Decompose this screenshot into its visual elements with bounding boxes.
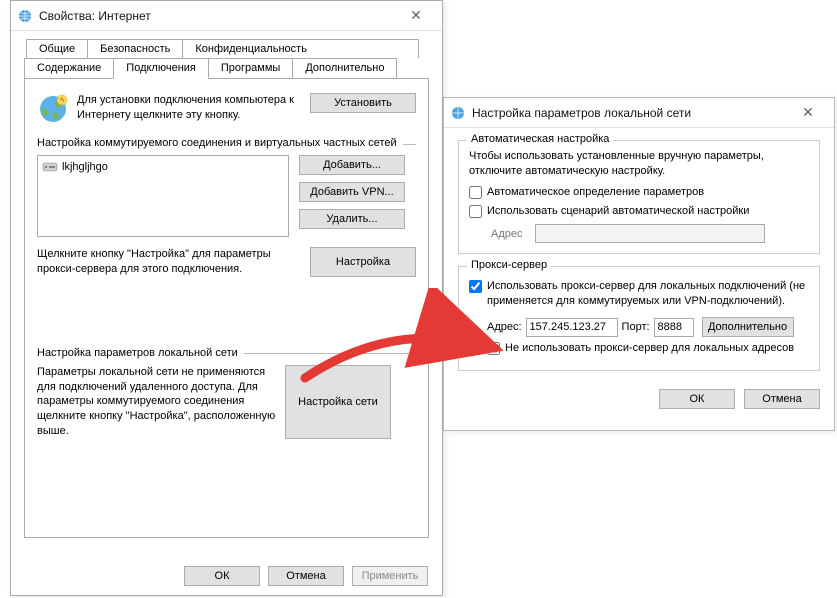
settings-note: Щелкните кнопку "Настройка" для параметр… [37, 247, 310, 277]
connections-listbox[interactable]: lkjhgljhgo [37, 155, 289, 237]
install-button[interactable]: Установить [310, 93, 416, 113]
titlebar: Настройка параметров локальной сети ✕ [444, 98, 834, 128]
bypass-local-row[interactable]: Не использовать прокси-сервер для локаль… [487, 341, 809, 356]
use-script-row[interactable]: Использовать сценарий автоматической нас… [469, 204, 809, 219]
close-button[interactable]: ✕ [396, 2, 436, 30]
tab-programs[interactable]: Программы [208, 58, 293, 78]
connection-settings-button[interactable]: Настройка [310, 247, 416, 277]
proxy-port-label: Порт: [622, 321, 650, 333]
modem-icon [42, 160, 58, 174]
dialup-section-label: Настройка коммутируемого соединения и ви… [37, 137, 416, 149]
globe-world-icon [37, 93, 69, 125]
connections-panel: Для установки подключения компьютера к И… [24, 78, 429, 538]
cancel-button[interactable]: Отмена [744, 389, 820, 409]
dialog-title: Свойства: Интернет [39, 9, 396, 23]
internet-options-icon [17, 8, 33, 24]
lan-settings-button[interactable]: Настройка сети [285, 365, 391, 439]
auto-config-text: Чтобы использовать установленные вручную… [469, 149, 809, 179]
dialog-title: Настройка параметров локальной сети [472, 106, 788, 120]
auto-config-fieldset: Автоматическая настройка Чтобы использов… [458, 140, 820, 254]
script-address-label: Адрес [491, 228, 531, 240]
tab-security[interactable]: Безопасность [87, 39, 183, 58]
add-button[interactable]: Добавить... [299, 155, 405, 175]
internet-options-icon [450, 105, 466, 121]
proxy-legend: Прокси-сервер [467, 259, 551, 271]
cancel-button[interactable]: Отмена [268, 566, 344, 586]
auto-config-legend: Автоматическая настройка [467, 133, 613, 145]
apply-button[interactable]: Применить [352, 566, 428, 586]
proxy-address-input[interactable] [526, 318, 618, 337]
use-script-label: Использовать сценарий автоматической нас… [487, 204, 749, 219]
auto-detect-label: Автоматическое определение параметров [487, 185, 704, 200]
ok-button[interactable]: ОК [659, 389, 735, 409]
internet-properties-dialog: Свойства: Интернет ✕ Общие Безопасность … [10, 0, 443, 596]
auto-detect-row[interactable]: Автоматическое определение параметров [469, 185, 809, 200]
script-address-input [535, 224, 765, 243]
lan-section-label: Настройка параметров локальной сети [37, 347, 416, 359]
bypass-local-label: Не использовать прокси-сервер для локаль… [505, 341, 794, 356]
lan-description: Параметры локальной сети не применяются … [37, 365, 285, 439]
tab-content[interactable]: Содержание [24, 58, 114, 78]
use-proxy-row[interactable]: Использовать прокси-сервер для локальных… [469, 279, 809, 309]
setup-description: Для установки подключения компьютера к И… [77, 93, 310, 123]
titlebar: Свойства: Интернет ✕ [11, 1, 442, 31]
use-script-checkbox[interactable] [469, 205, 482, 218]
add-vpn-button[interactable]: Добавить VPN... [299, 182, 405, 202]
proxy-port-input[interactable] [654, 318, 694, 337]
proxy-fieldset: Прокси-сервер Использовать прокси-сервер… [458, 266, 820, 371]
lan-settings-dialog: Настройка параметров локальной сети ✕ Ав… [443, 97, 835, 431]
use-proxy-checkbox[interactable] [469, 280, 482, 293]
tab-general[interactable]: Общие [26, 39, 88, 58]
delete-button[interactable]: Удалить... [299, 209, 405, 229]
list-item[interactable]: lkjhgljhgo [42, 159, 284, 175]
close-button[interactable]: ✕ [788, 99, 828, 127]
bypass-local-checkbox[interactable] [487, 342, 500, 355]
tab-connections[interactable]: Подключения [113, 58, 209, 79]
tabs-container: Общие Безопасность Конфиденциальность Со… [24, 39, 429, 78]
ok-button[interactable]: ОК [184, 566, 260, 586]
tab-privacy[interactable]: Конфиденциальность [182, 39, 419, 58]
use-proxy-label: Использовать прокси-сервер для локальных… [487, 279, 809, 309]
tab-advanced[interactable]: Дополнительно [292, 58, 397, 78]
proxy-advanced-button[interactable]: Дополнительно [702, 317, 794, 337]
proxy-address-label: Адрес: [487, 321, 522, 333]
auto-detect-checkbox[interactable] [469, 186, 482, 199]
